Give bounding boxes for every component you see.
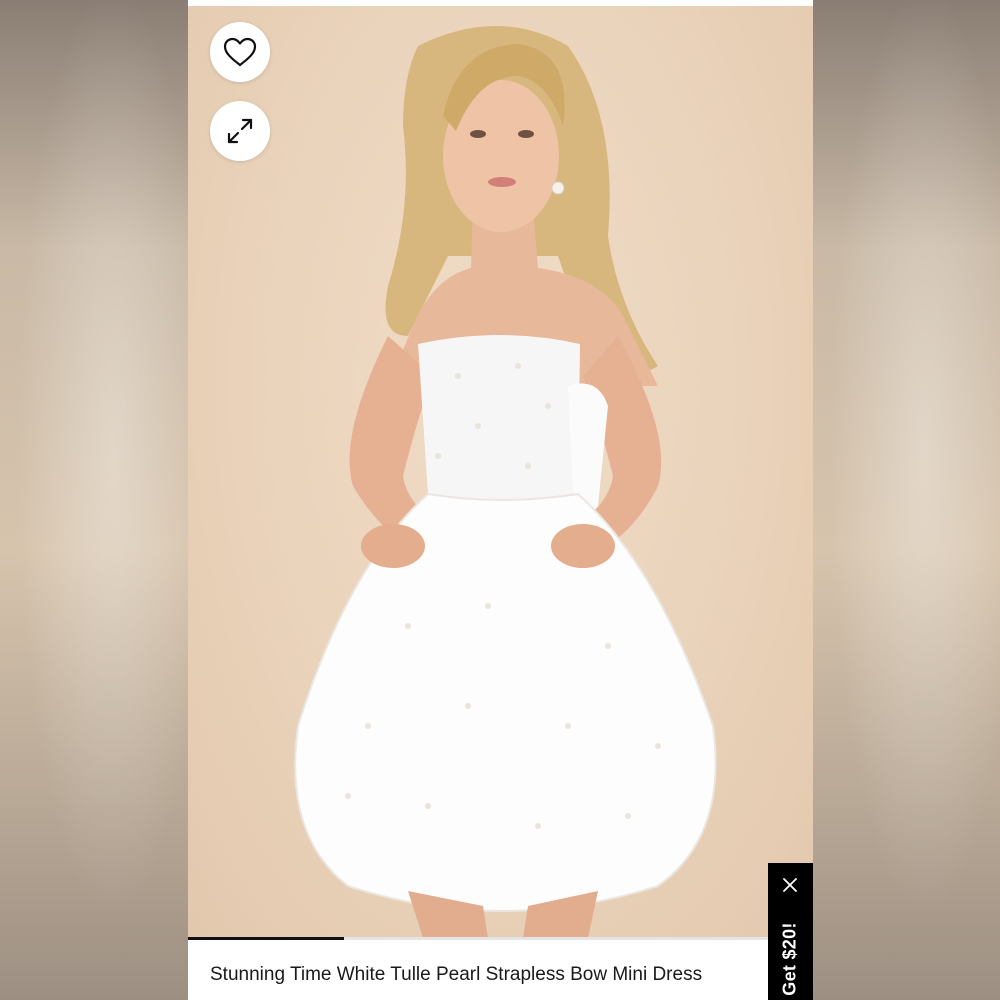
product-screen: Stunning Time White Tulle Pearl Straples…	[188, 0, 813, 1000]
heart-icon	[223, 37, 257, 67]
promo-close-button[interactable]	[780, 875, 800, 895]
blurred-backdrop-right	[813, 0, 1000, 1000]
favorite-button[interactable]	[210, 22, 270, 82]
expand-image-button[interactable]	[210, 101, 270, 161]
image-carousel-progress	[188, 937, 813, 940]
blurred-backdrop-left	[0, 0, 188, 1000]
promo-label[interactable]: Get $20!	[780, 922, 801, 995]
model-photo-illustration	[294, 26, 717, 938]
promo-tab[interactable]: Get $20!	[768, 863, 813, 1000]
product-image[interactable]	[188, 6, 813, 938]
close-icon	[783, 878, 797, 892]
expand-icon	[227, 118, 253, 144]
product-title: Stunning Time White Tulle Pearl Straples…	[210, 964, 703, 985]
image-carousel-progress-fill	[188, 937, 345, 940]
